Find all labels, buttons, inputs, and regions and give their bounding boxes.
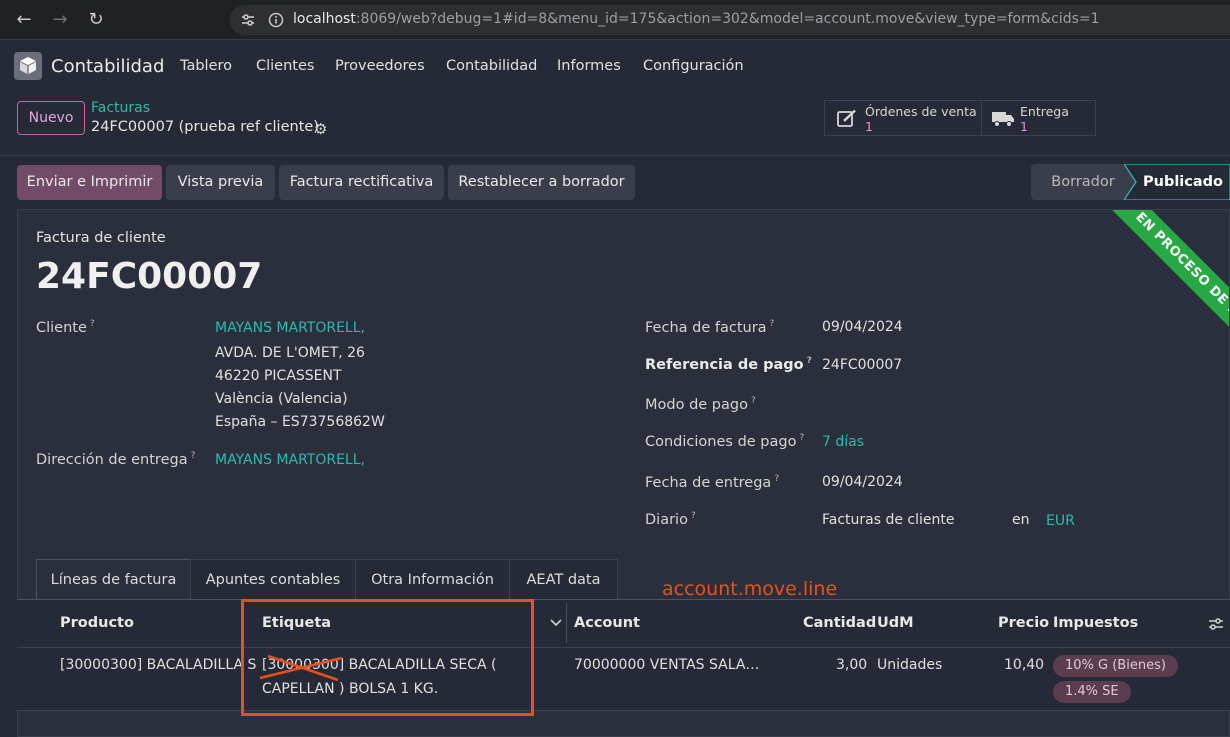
tax-badge: 10% G (Bienes): [1053, 655, 1178, 677]
forward-icon[interactable]: →: [48, 8, 72, 32]
control-panel: Nuevo Facturas 24FC00007 (prueba ref cli…: [0, 94, 1230, 156]
box-icon: [20, 57, 36, 74]
chevron-down-icon[interactable]: [550, 619, 562, 627]
preview-button[interactable]: Vista previa: [166, 165, 275, 200]
tab-invoice-lines[interactable]: Líneas de factura: [36, 559, 191, 600]
invoice-number: 24FC00007: [36, 256, 263, 297]
menu-informes[interactable]: Informes: [557, 58, 621, 74]
column-header-account[interactable]: Account: [574, 615, 640, 631]
sale-orders-label: Órdenes de venta: [865, 104, 977, 119]
invoice-date-label: Fecha de factura?: [645, 319, 775, 336]
column-header-product[interactable]: Producto: [60, 615, 134, 631]
row-account[interactable]: 70000000 VENTAS SALA…: [574, 657, 759, 673]
breadcrumb-current: 24FC00007 (prueba ref cliente): [91, 119, 319, 135]
journal-value[interactable]: Facturas de cliente: [822, 512, 955, 528]
customer-address-line: AVDA. DE L'OMET, 26: [215, 345, 365, 361]
help-icon[interactable]: ?: [774, 474, 779, 484]
payment-terms-label: Condiciones de pago?: [645, 433, 805, 450]
breadcrumb-parent[interactable]: Facturas: [91, 100, 150, 116]
column-divider: [566, 603, 567, 643]
delivery-date-label: Fecha de entrega?: [645, 474, 780, 491]
column-header-price[interactable]: Precio: [998, 615, 1049, 631]
payment-ribbon: EN PROCESO DE PAGO: [1093, 210, 1229, 360]
column-header-quantity[interactable]: Cantidad: [803, 615, 876, 631]
payment-ref-label: Referencia de pago?: [645, 356, 812, 373]
payment-ref-value[interactable]: 24FC00007: [822, 357, 902, 373]
payment-mode-label: Modo de pago?: [645, 396, 756, 413]
menu-proveedores[interactable]: Proveedores: [335, 58, 425, 74]
reload-icon[interactable]: ↻: [84, 8, 108, 32]
edit-icon: [837, 109, 856, 127]
menu-configuracion[interactable]: Configuración: [643, 58, 744, 74]
send-print-button[interactable]: Enviar e Imprimir: [17, 165, 162, 200]
help-icon[interactable]: ?: [691, 511, 696, 521]
row-product-link[interactable]: [30000300] BACALADILLA SI: [60, 657, 256, 673]
row-quantity[interactable]: 3,00: [836, 657, 867, 673]
browser-toolbar: ← → ↻ localhost:8069/web?debug=1#id=8&me…: [0, 0, 1230, 40]
sale-orders-count: 1: [865, 119, 873, 134]
address-bar[interactable]: localhost:8069/web?debug=1#id=8&menu_id=…: [230, 5, 1230, 35]
table-header-divider: [17, 647, 1230, 648]
gear-icon[interactable]: ⚙: [314, 120, 327, 138]
new-button[interactable]: Nuevo: [17, 101, 85, 135]
reset-draft-button[interactable]: Restablecer a borrador: [448, 165, 635, 200]
accounting-app-icon[interactable]: [14, 52, 42, 80]
payment-terms-link[interactable]: 7 días: [822, 434, 864, 450]
help-icon[interactable]: ?: [191, 451, 196, 461]
column-header-uom[interactable]: UdM: [877, 615, 914, 631]
truck-icon: [992, 112, 1014, 127]
currency-link[interactable]: EUR: [1046, 513, 1075, 529]
url-text: localhost:8069/web?debug=1#id=8&menu_id=…: [293, 11, 1100, 27]
tab-other-info[interactable]: Otra Información: [355, 559, 510, 600]
delivery-label: Entrega: [1020, 104, 1069, 119]
journal-label: Diario?: [645, 511, 696, 528]
row-price[interactable]: 10,40: [1004, 657, 1044, 673]
document-type: Factura de cliente: [36, 230, 166, 246]
page-info-icon[interactable]: [268, 12, 284, 28]
menu-contabilidad[interactable]: Contabilidad: [446, 58, 537, 74]
tab-aeat-data[interactable]: AEAT data: [509, 559, 618, 600]
delivery-date-value[interactable]: 09/04/2024: [822, 474, 903, 490]
customer-address-line: València (Valencia): [215, 391, 348, 407]
menu-clientes[interactable]: Clientes: [256, 58, 314, 74]
sale-orders-smart-button[interactable]: Órdenes de venta 1: [824, 100, 982, 136]
help-icon[interactable]: ?: [751, 396, 756, 406]
menu-tablero[interactable]: Tablero: [180, 58, 232, 74]
delivery-address-label: Dirección de entrega?: [36, 451, 196, 468]
credit-note-button[interactable]: Factura rectificativa: [279, 165, 444, 200]
customer-link[interactable]: MAYANS MARTORELL,: [215, 320, 365, 336]
customer-address-line: España – ES73756862W: [215, 414, 385, 430]
status-posted[interactable]: Publicado: [1136, 164, 1230, 200]
row-uom[interactable]: Unidades: [877, 657, 942, 673]
help-icon[interactable]: ?: [770, 319, 775, 329]
journal-in-text: en: [1012, 512, 1030, 528]
annotation-highlight-box: [241, 599, 534, 716]
back-icon[interactable]: ←: [12, 8, 36, 32]
main-navbar: Contabilidad Tablero Clientes Proveedore…: [0, 40, 1230, 94]
delivery-address-link[interactable]: MAYANS MARTORELL,: [215, 452, 365, 468]
optional-columns-icon[interactable]: [1208, 616, 1224, 632]
help-icon[interactable]: ?: [807, 356, 812, 366]
site-settings-icon[interactable]: [240, 12, 256, 28]
invoice-date-value[interactable]: 09/04/2024: [822, 319, 903, 335]
column-header-taxes[interactable]: Impuestos: [1053, 615, 1138, 631]
delivery-smart-button[interactable]: Entrega 1: [981, 100, 1096, 136]
delivery-count: 1: [1020, 119, 1028, 134]
app-name[interactable]: Contabilidad: [51, 56, 164, 77]
tax-badge: 1.4% SE: [1053, 681, 1131, 703]
help-icon[interactable]: ?: [90, 319, 95, 329]
annotation-label: account.move.line: [662, 578, 838, 600]
status-draft[interactable]: Borrador: [1031, 164, 1135, 200]
tab-journal-items[interactable]: Apuntes contables: [190, 559, 356, 600]
customer-address-line: 46220 PICASSENT: [215, 368, 342, 384]
customer-label: Cliente?: [36, 319, 95, 336]
help-icon[interactable]: ?: [799, 433, 804, 443]
